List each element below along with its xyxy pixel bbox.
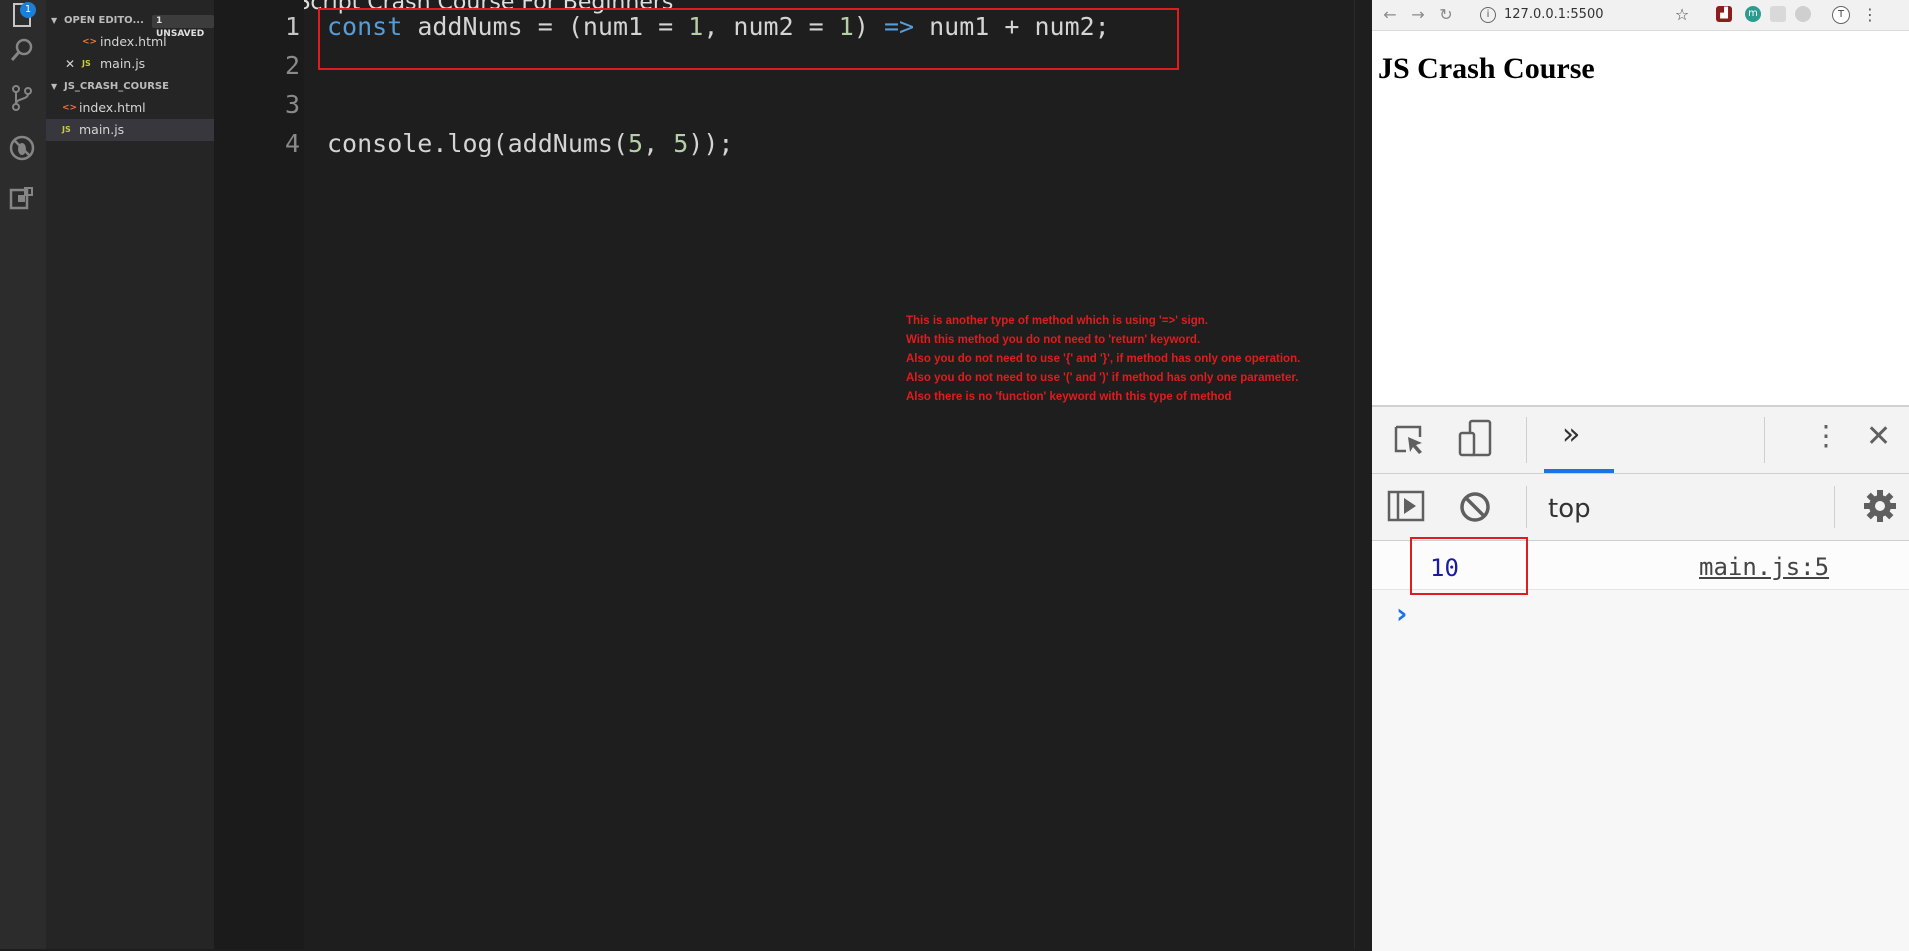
context-selector[interactable]: top (1548, 494, 1591, 524)
unsaved-badge: 1 UNSAVED (152, 15, 214, 39)
line-number: 2 (284, 51, 300, 80)
activity-bar: 1 (0, 0, 46, 949)
devtools-tabbar: » ⋮ ✕ (1372, 407, 1909, 474)
info-icon[interactable]: i (1480, 6, 1496, 23)
inspect-element-icon[interactable] (1392, 423, 1428, 461)
reload-icon[interactable]: ↻ (1436, 5, 1456, 25)
line-number: 4 (284, 129, 300, 158)
file-tree-item-selected[interactable]: JS main.js (46, 119, 214, 141)
divider (1526, 486, 1527, 528)
chevron-down-icon: ▼ (51, 82, 58, 91)
console-prompt-icon[interactable]: › (1396, 597, 1408, 630)
code-highlight-box (318, 8, 1179, 70)
console-toolbar: top (1372, 474, 1909, 541)
code-editor[interactable]: JavaScript Crash Course For Beginners 1 … (214, 0, 1354, 949)
gear-icon[interactable] (1862, 488, 1898, 528)
editor-scrollbar[interactable] (1354, 0, 1373, 949)
more-tabs-icon[interactable]: » (1562, 417, 1580, 452)
log-highlight-box (1410, 537, 1528, 595)
open-editor-item[interactable]: <> index.html (46, 31, 214, 53)
annotation-line: This is another type of method which is … (906, 315, 1208, 327)
annotation-line: Also you do not need to use '{' and '}',… (906, 353, 1301, 365)
console-log-row: 10 main.js:5 (1372, 537, 1909, 595)
clear-console-icon[interactable] (1458, 490, 1492, 528)
active-tab-indicator (1544, 469, 1614, 473)
log-source-link[interactable]: main.js:5 (1699, 553, 1829, 581)
project-folder-header[interactable]: ▼ JS_CRASH_COURSE (46, 77, 214, 97)
annotation-line: Also you do not need to use '(' and ')' … (906, 372, 1299, 384)
debug-icon[interactable] (6, 132, 38, 164)
console-output[interactable]: 10 main.js:5 › (1372, 537, 1909, 951)
code-line-4[interactable]: console.log(addNums(5, 5)); (327, 129, 733, 158)
extension-icon[interactable]: m (1745, 6, 1761, 22)
line-number: 1 (284, 12, 300, 41)
line-number: 3 (284, 90, 300, 119)
chevron-down-icon: ▼ (51, 16, 58, 25)
js-file-icon: JS (62, 125, 71, 134)
browser-toolbar: ← → ↻ i 127.0.0.1:5500 ☆ ▟ m T ⋮ (1372, 0, 1909, 31)
devtools-panel: » ⋮ ✕ top 10 main.js:5 › (1372, 405, 1909, 951)
annotation-notes: This is another type of method which is … (906, 312, 1300, 407)
profile-avatar[interactable]: T (1832, 6, 1850, 24)
divider (1834, 486, 1835, 528)
extension-icon[interactable]: ▟ (1716, 6, 1732, 22)
js-file-icon: JS (82, 59, 91, 68)
back-arrow-icon[interactable]: ← (1380, 5, 1400, 25)
browser-window: ← → ↻ i 127.0.0.1:5500 ☆ ▟ m T ⋮ JS Crash… (1372, 0, 1909, 951)
extension-icon[interactable] (1795, 6, 1811, 22)
html-file-icon: <> (62, 103, 78, 113)
extension-icon[interactable] (1770, 6, 1786, 22)
close-icon[interactable]: ✕ (65, 53, 75, 75)
file-tree-item[interactable]: <> index.html (46, 97, 214, 119)
annotation-line: Also there is no 'function' keyword with… (906, 391, 1232, 403)
divider (1526, 417, 1527, 463)
open-editor-item[interactable]: ✕ JS main.js (46, 53, 214, 75)
sidebar-toggle-icon[interactable] (1386, 488, 1426, 528)
kebab-menu-icon[interactable]: ⋮ (1812, 419, 1840, 452)
divider (1764, 417, 1765, 463)
annotation-line: With this method you do not need to 'ret… (906, 334, 1201, 346)
extensions-icon[interactable] (6, 183, 38, 215)
explorer-badge: 1 (20, 2, 36, 18)
search-icon[interactable] (6, 34, 38, 66)
more-menu-icon[interactable]: ⋮ (1860, 5, 1880, 25)
page-title: JS Crash Course (1378, 52, 1595, 85)
explorer-sidebar: ▼ OPEN EDITO... 1 UNSAVED <> index.html … (46, 0, 214, 949)
forward-arrow-icon[interactable]: → (1408, 5, 1428, 25)
open-editors-header[interactable]: ▼ OPEN EDITO... 1 UNSAVED (46, 11, 214, 39)
bookmark-star-icon[interactable]: ☆ (1672, 5, 1692, 25)
address-bar[interactable]: i 127.0.0.1:5500 (1480, 3, 1730, 27)
device-toolbar-icon[interactable] (1458, 419, 1494, 463)
close-icon[interactable]: ✕ (1866, 419, 1891, 454)
source-control-icon[interactable] (6, 82, 38, 114)
html-file-icon: <> (82, 37, 98, 47)
